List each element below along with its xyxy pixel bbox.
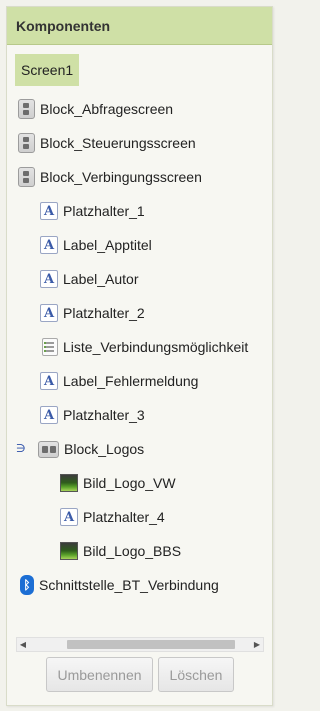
- image-icon: [60, 474, 78, 492]
- tree-item-platzhalter-2[interactable]: A Platzhalter_2: [40, 299, 145, 327]
- scroll-right-arrow-icon[interactable]: ▶: [251, 638, 263, 651]
- horizontal-arrangement-icon: [38, 440, 59, 458]
- tree-item-label: Platzhalter_2: [63, 305, 145, 321]
- image-icon: [60, 542, 78, 560]
- tree-item-schnittstelle-bt-verbindung[interactable]: ᛒ Schnittstelle_BT_Verbindung: [20, 571, 219, 599]
- tree-item-label: Liste_Verbindungsmöglichkeit: [63, 339, 249, 355]
- tree-item-bild-logo-bbs[interactable]: Bild_Logo_BBS: [60, 537, 181, 565]
- tree-item-label: Block_Verbingungsscreen: [40, 169, 202, 185]
- scroll-left-arrow-icon[interactable]: ◀: [17, 638, 29, 651]
- tree-item-label: Platzhalter_3: [63, 407, 145, 423]
- delete-button[interactable]: Löschen: [158, 657, 234, 692]
- tree-item-screen1[interactable]: Screen1: [15, 54, 80, 86]
- tree-item-label-apptitel[interactable]: A Label_Apptitel: [40, 231, 152, 259]
- label-icon: A: [40, 202, 58, 220]
- bluetooth-icon: ᛒ: [20, 575, 34, 595]
- collapse-toggle-icon[interactable]: ∋: [16, 441, 26, 455]
- tree-item-bild-logo-vw[interactable]: Bild_Logo_VW: [60, 469, 176, 497]
- tree-item-platzhalter-4[interactable]: A Platzhalter_4: [60, 503, 165, 531]
- tree-item-label: Label_Fehlermeldung: [63, 373, 199, 389]
- vertical-arrangement-icon: [18, 99, 35, 119]
- tree-item-block-verbingungsscreen[interactable]: Block_Verbingungsscreen: [18, 163, 202, 191]
- vertical-arrangement-icon: [18, 167, 35, 187]
- listpicker-icon: [42, 338, 58, 356]
- label-icon: A: [60, 508, 78, 526]
- label-icon: A: [40, 270, 58, 288]
- tree-item-label: Bild_Logo_BBS: [83, 543, 182, 559]
- panel-title: Komponenten: [7, 7, 272, 45]
- tree-item-label: Label_Apptitel: [63, 237, 152, 253]
- tree-item-label: Bild_Logo_VW: [83, 475, 176, 491]
- component-tree: Screen1 Block_Abfragescreen Block_Steuer…: [7, 45, 272, 645]
- tree-item-block-abfragescreen[interactable]: Block_Abfragescreen: [18, 95, 173, 123]
- label-icon: A: [40, 406, 58, 424]
- label-icon: A: [40, 372, 58, 390]
- tree-item-label: Block_Abfragescreen: [40, 101, 174, 117]
- tree-item-block-logos[interactable]: Block_Logos: [38, 435, 144, 463]
- label-icon: A: [40, 304, 58, 322]
- tree-item-label: Label_Autor: [63, 271, 139, 287]
- tree-item-liste-verbindungsmoeglichkeit[interactable]: Liste_Verbindungsmöglichkeit: [42, 333, 248, 361]
- horizontal-scrollbar[interactable]: ◀ ▶: [16, 637, 264, 652]
- rename-button[interactable]: Umbenennen: [46, 657, 153, 692]
- components-panel: Komponenten Screen1 Block_Abfragescreen …: [6, 6, 273, 706]
- tree-item-block-steuerungsscreen[interactable]: Block_Steuerungsscreen: [18, 129, 196, 157]
- tree-item-platzhalter-3[interactable]: A Platzhalter_3: [40, 401, 145, 429]
- scrollbar-thumb[interactable]: [67, 640, 235, 649]
- tree-item-label-autor[interactable]: A Label_Autor: [40, 265, 139, 293]
- tree-item-label: Block_Steuerungsscreen: [40, 135, 196, 151]
- tree-item-label: Schnittstelle_BT_Verbindung: [39, 577, 219, 593]
- tree-item-platzhalter-1[interactable]: A Platzhalter_1: [40, 197, 145, 225]
- label-icon: A: [40, 236, 58, 254]
- tree-item-label: Platzhalter_1: [63, 203, 145, 219]
- tree-item-label-fehlermeldung[interactable]: A Label_Fehlermeldung: [40, 367, 198, 395]
- tree-item-label: Platzhalter_4: [83, 509, 165, 525]
- tree-item-label: Block_Logos: [64, 441, 145, 457]
- vertical-arrangement-icon: [18, 133, 35, 153]
